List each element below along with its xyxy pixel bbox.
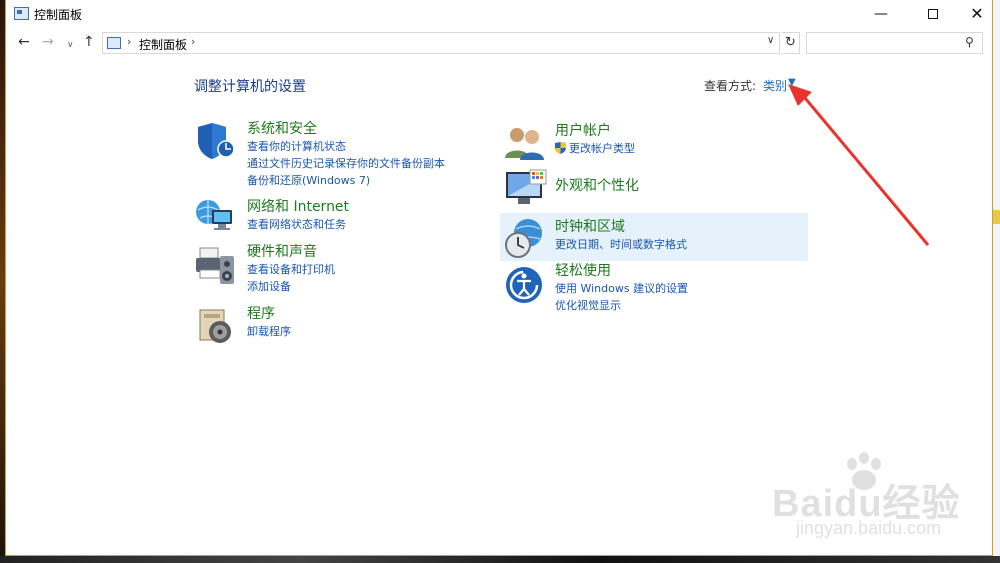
uac-shield-icon <box>555 142 566 154</box>
link-optimize-visual-display[interactable]: 优化视觉显示 <box>555 297 688 314</box>
link-network-status[interactable]: 查看网络状态和任务 <box>247 216 349 233</box>
category-clock-region: 时钟和区域 更改日期、时间或数字格式 <box>555 218 687 253</box>
watermark-url: jingyan.baidu.com <box>796 518 942 538</box>
breadcrumb-control-panel[interactable]: 控制面板 <box>139 36 187 53</box>
view-by-label: 查看方式: <box>704 79 757 93</box>
link-add-device[interactable]: 添加设备 <box>247 278 335 295</box>
control-panel-icon <box>107 37 121 49</box>
search-icon[interactable]: ⚲ <box>965 35 974 49</box>
link-change-account-type[interactable]: 更改帐户类型 <box>555 140 635 157</box>
close-button[interactable]: ✕ <box>954 0 1000 28</box>
category-title-appearance[interactable]: 外观和个性化 <box>555 177 639 195</box>
link-view-computer-status[interactable]: 查看你的计算机状态 <box>247 138 445 155</box>
monitor-palette-icon[interactable] <box>504 168 550 214</box>
forward-button[interactable]: → <box>42 33 54 51</box>
view-by-dropdown[interactable]: 类别 <box>763 77 787 94</box>
link-change-date-time-format[interactable]: 更改日期、时间或数字格式 <box>555 236 687 253</box>
category-ease-of-access: 轻松使用 使用 Windows 建议的设置 优化视觉显示 <box>555 262 688 314</box>
category-title-clock-region[interactable]: 时钟和区域 <box>555 218 687 236</box>
category-title-hardware-sound[interactable]: 硬件和声音 <box>247 243 335 261</box>
breadcrumb-separator[interactable]: › <box>127 35 131 48</box>
link-file-history-backup[interactable]: 通过文件历史记录保存你的文件备份副本 <box>247 155 445 172</box>
baidu-jingyan-watermark: Baidu经验 jingyan.baidu.com <box>766 452 966 547</box>
link-change-account-type-label: 更改帐户类型 <box>569 142 635 155</box>
control-panel-window: 控制面板 — ✕ ← → ∨ ↑ › 控制面板 › ∨ ↻ ⚲ 调整计算机的设置… <box>5 0 993 556</box>
link-backup-restore[interactable]: 备份和还原(Windows 7) <box>247 172 445 189</box>
printer-speaker-icon[interactable] <box>194 244 240 292</box>
desktop-bottom-edge <box>0 556 1000 563</box>
category-title-programs[interactable]: 程序 <box>247 305 291 323</box>
navigation-bar: ← → ∨ ↑ › 控制面板 › ∨ ↻ ⚲ <box>6 28 992 56</box>
category-programs: 程序 卸载程序 <box>247 305 291 340</box>
ease-of-access-icon[interactable] <box>504 264 546 310</box>
category-system-security: 系统和安全 查看你的计算机状态 通过文件历史记录保存你的文件备份副本 备份和还原… <box>247 120 445 189</box>
link-devices-printers[interactable]: 查看设备和打印机 <box>247 261 335 278</box>
category-network-internet: 网络和 Internet 查看网络状态和任务 <box>247 198 349 233</box>
control-panel-icon <box>14 7 29 20</box>
category-hardware-sound: 硬件和声音 查看设备和打印机 添加设备 <box>247 243 335 295</box>
desktop-right-edge <box>993 0 1000 563</box>
link-uninstall-program[interactable]: 卸载程序 <box>247 323 291 340</box>
back-button[interactable]: ← <box>18 33 30 51</box>
search-input[interactable]: ⚲ <box>806 32 983 54</box>
breadcrumb-separator[interactable]: › <box>191 35 195 48</box>
category-title-network-internet[interactable]: 网络和 Internet <box>247 198 349 216</box>
clock-globe-icon[interactable] <box>504 217 548 263</box>
minimize-button[interactable]: — <box>858 0 904 28</box>
category-title-system-security[interactable]: 系统和安全 <box>247 120 445 138</box>
link-windows-recommended-settings[interactable]: 使用 Windows 建议的设置 <box>555 280 688 297</box>
window-title: 控制面板 <box>34 8 83 22</box>
title-bar: 控制面板 — ✕ <box>6 0 992 28</box>
shield-icon[interactable] <box>194 121 238 167</box>
maximize-button[interactable] <box>910 0 956 28</box>
category-user-accounts: 用户帐户 更改帐户类型 <box>555 122 635 157</box>
programs-disc-icon[interactable] <box>196 306 236 350</box>
maximize-icon <box>928 9 938 19</box>
category-title-user-accounts[interactable]: 用户帐户 <box>555 122 635 140</box>
category-appearance-personalization: 外观和个性化 <box>555 177 639 195</box>
recent-locations-button[interactable]: ∨ <box>67 36 74 54</box>
address-bar[interactable]: › 控制面板 › ∨ <box>102 32 780 54</box>
refresh-button[interactable]: ↻ <box>782 32 800 54</box>
category-title-ease-of-access[interactable]: 轻松使用 <box>555 262 688 280</box>
page-title: 调整计算机的设置 <box>194 79 306 95</box>
caret-down-icon[interactable]: ▼ <box>788 77 796 88</box>
network-globe-icon[interactable] <box>194 196 238 240</box>
users-icon[interactable] <box>504 126 546 166</box>
up-button[interactable]: ↑ <box>83 33 95 51</box>
chevron-down-icon[interactable]: ∨ <box>767 35 774 46</box>
